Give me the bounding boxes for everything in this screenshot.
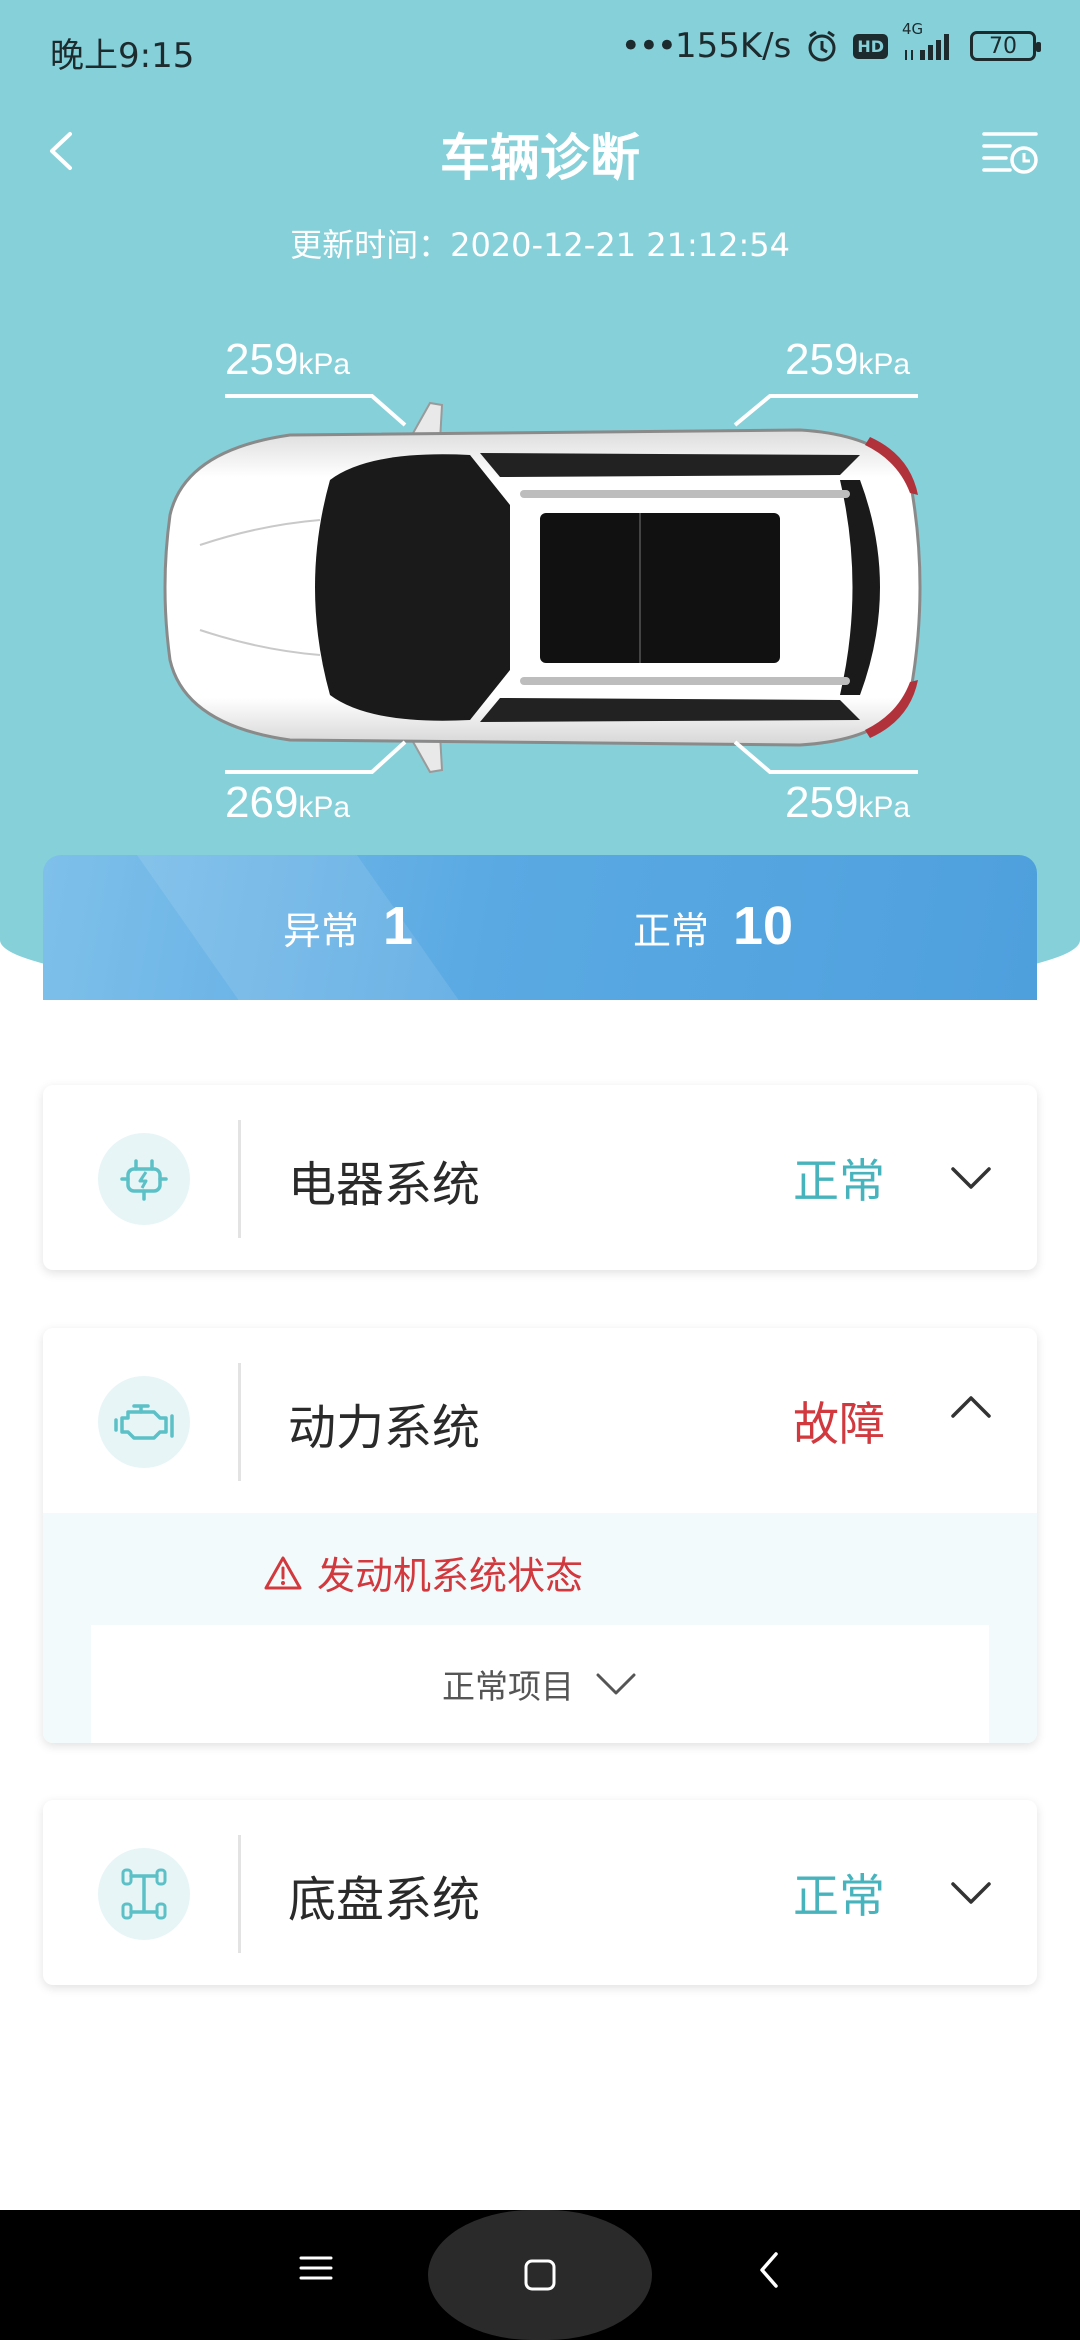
system-status: 故障 bbox=[793, 1397, 885, 1451]
system-nav-bar bbox=[0, 2210, 1080, 2340]
tire-pressure-rear-right: 259kPa bbox=[785, 778, 911, 827]
chevron-down-icon[interactable] bbox=[947, 1868, 995, 1916]
normal-count[interactable]: 正常 10 bbox=[633, 895, 793, 957]
card-header[interactable]: 电器系统 正常 bbox=[43, 1085, 1037, 1270]
home-square-icon bbox=[524, 2259, 556, 2291]
home-button[interactable] bbox=[428, 2210, 652, 2340]
warning-icon bbox=[264, 1556, 302, 1589]
chevron-down-icon[interactable] bbox=[947, 1153, 995, 1201]
menu-button[interactable] bbox=[298, 2250, 334, 2286]
system-name: 电器系统 bbox=[288, 1157, 481, 1213]
card-details: 发动机系统状态 正常项目 bbox=[43, 1513, 1037, 1743]
tire-pressure-front-left: 259kPa bbox=[225, 335, 351, 384]
system-back-button[interactable] bbox=[752, 2250, 788, 2290]
tire-leader-lines bbox=[225, 394, 918, 774]
menu-icon bbox=[299, 2256, 333, 2280]
card-header[interactable]: 动力系统 故障 bbox=[43, 1328, 1037, 1513]
back-triangle-icon bbox=[760, 2252, 778, 2288]
fault-item[interactable]: 发动机系统状态 bbox=[263, 1545, 583, 1600]
diagnosis-summary: 异常 1 正常 10 bbox=[43, 855, 1037, 1000]
system-status: 正常 bbox=[793, 1154, 885, 1208]
normal-items-label: 正常项目 bbox=[442, 1667, 574, 1706]
system-status: 正常 bbox=[793, 1869, 885, 1923]
tire-pressure-front-right: 259kPa bbox=[785, 335, 911, 384]
chevron-up-icon[interactable] bbox=[947, 1384, 995, 1432]
battery-plug-icon bbox=[98, 1133, 190, 1225]
normal-items-toggle[interactable]: 正常项目 bbox=[91, 1625, 989, 1743]
system-card-chassis[interactable]: 底盘系统 正常 bbox=[43, 1800, 1037, 1985]
system-card-powertrain[interactable]: 动力系统 故障 发动机系统状态 正常项目 bbox=[43, 1328, 1037, 1743]
abnormal-count[interactable]: 异常 1 bbox=[283, 895, 413, 957]
engine-icon bbox=[98, 1376, 190, 1468]
card-header[interactable]: 底盘系统 正常 bbox=[43, 1800, 1037, 1985]
system-card-electrical[interactable]: 电器系统 正常 bbox=[43, 1085, 1037, 1270]
tire-pressure-rear-left: 269kPa bbox=[225, 778, 351, 827]
chassis-icon bbox=[98, 1848, 190, 1940]
fault-item-label: 发动机系统状态 bbox=[317, 1554, 584, 1598]
system-name: 动力系统 bbox=[288, 1400, 481, 1456]
system-name: 底盘系统 bbox=[288, 1872, 481, 1928]
chevron-down-icon bbox=[596, 1673, 636, 1695]
